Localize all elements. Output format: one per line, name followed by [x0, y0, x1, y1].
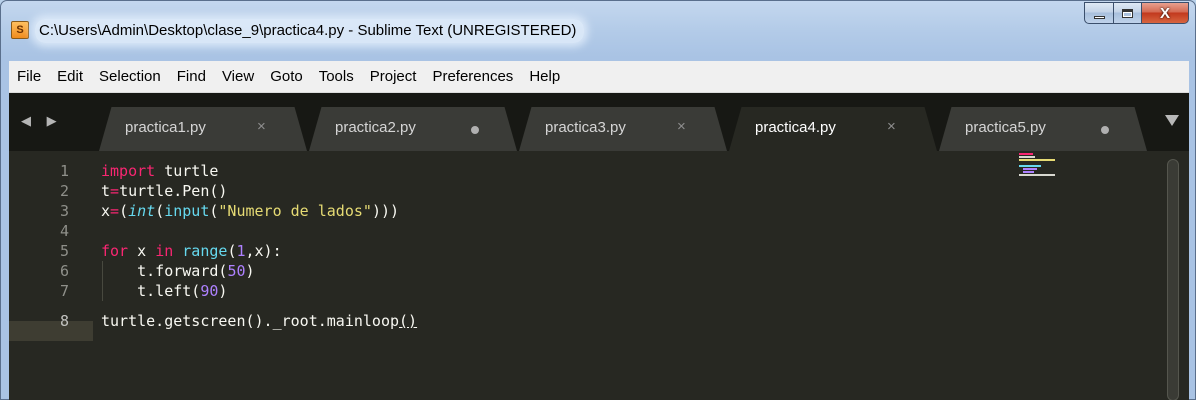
- tab-practica1[interactable]: practica1.py ×: [99, 107, 307, 151]
- close-button[interactable]: X: [1142, 2, 1189, 24]
- menu-goto[interactable]: Goto: [262, 61, 311, 93]
- code-line-8[interactable]: turtle.getscreen()._root.mainloop(): [101, 311, 417, 331]
- minimap-line: [1019, 165, 1041, 167]
- menu-bar: File Edit Selection Find View Goto Tools…: [9, 61, 1189, 93]
- tab-nav-arrows-icon[interactable]: ◀ ▶: [21, 113, 63, 129]
- menu-edit[interactable]: Edit: [49, 61, 91, 93]
- line-number: 5: [59, 242, 69, 260]
- code-line-5[interactable]: for x in range(1,x):: [101, 241, 282, 261]
- menu-help[interactable]: Help: [521, 61, 568, 93]
- tab-bar: ◀ ▶ practica1.py × practica2.py practica…: [9, 93, 1189, 151]
- minimize-button[interactable]: [1084, 2, 1114, 24]
- code-line-3[interactable]: x=(int(input("Numero de lados"))): [101, 201, 399, 221]
- window-title: C:\Users\Admin\Desktop\clase_9\practica4…: [35, 19, 585, 43]
- scrollbar-thumb[interactable]: [1167, 159, 1179, 400]
- minimap-line: [1019, 159, 1055, 161]
- line-number: 6: [59, 262, 69, 280]
- line-number: 4: [59, 222, 69, 240]
- close-icon: X: [1159, 4, 1170, 22]
- minimap-line: [1023, 168, 1037, 170]
- minimap[interactable]: [1019, 153, 1089, 183]
- tab-label: practica3.py: [545, 119, 626, 136]
- line-number: 1: [59, 162, 69, 180]
- menu-project[interactable]: Project: [362, 61, 425, 93]
- tab-label: practica5.py: [965, 119, 1046, 136]
- caption-buttons: X: [1084, 2, 1189, 24]
- title-bar[interactable]: S C:\Users\Admin\Desktop\clase_9\practic…: [1, 1, 1195, 59]
- minimap-line: [1019, 156, 1035, 158]
- minimap-line: [1019, 153, 1033, 155]
- menu-find[interactable]: Find: [169, 61, 214, 93]
- tab-unsaved-dot-icon[interactable]: [471, 126, 479, 134]
- tab-unsaved-dot-icon[interactable]: [1101, 126, 1109, 134]
- tab-practica4[interactable]: practica4.py ×: [729, 107, 937, 151]
- tab-practica2[interactable]: practica2.py: [309, 107, 517, 151]
- tab-practica3[interactable]: practica3.py ×: [519, 107, 727, 151]
- menu-file[interactable]: File: [15, 61, 49, 93]
- line-number-current: 8: [59, 312, 69, 330]
- menu-selection[interactable]: Selection: [91, 61, 169, 93]
- maximize-icon: [1122, 8, 1133, 18]
- tab-label: practica2.py: [335, 119, 416, 136]
- sublime-window: S C:\Users\Admin\Desktop\clase_9\practic…: [0, 0, 1196, 400]
- tab-list-dropdown-icon[interactable]: [1165, 115, 1179, 126]
- code-line-7[interactable]: t.left(90): [101, 281, 227, 301]
- menu-tools[interactable]: Tools: [311, 61, 362, 93]
- menu-view[interactable]: View: [214, 61, 262, 93]
- minimize-icon: [1093, 15, 1105, 19]
- tab-practica5[interactable]: practica5.py: [939, 107, 1147, 151]
- line-number-gutter: 1 2 3 4 5 6 7 8: [9, 151, 93, 400]
- tab-label: practica4.py: [755, 119, 836, 136]
- menu-preferences[interactable]: Preferences: [424, 61, 521, 93]
- vertical-scrollbar[interactable]: [1167, 159, 1181, 400]
- sublime-app-icon[interactable]: S: [11, 21, 29, 39]
- tab-close-icon[interactable]: ×: [257, 118, 266, 135]
- line-number: 7: [59, 282, 69, 300]
- code-editor[interactable]: 1 2 3 4 5 6 7 8 import turtle t=turtle.P…: [9, 151, 1189, 400]
- line-number: 2: [59, 182, 69, 200]
- line-number: 3: [59, 202, 69, 220]
- code-line-2[interactable]: t=turtle.Pen(): [101, 181, 227, 201]
- tab-label: practica1.py: [125, 119, 206, 136]
- maximize-button[interactable]: [1114, 2, 1142, 24]
- minimap-line: [1023, 171, 1034, 173]
- app-icon-letter: S: [16, 24, 24, 36]
- code-line-1[interactable]: import turtle: [101, 161, 218, 181]
- minimap-line: [1019, 174, 1055, 176]
- code-line-6[interactable]: t.forward(50): [101, 261, 254, 281]
- tab-close-icon[interactable]: ×: [887, 118, 896, 135]
- tab-close-icon[interactable]: ×: [677, 118, 686, 135]
